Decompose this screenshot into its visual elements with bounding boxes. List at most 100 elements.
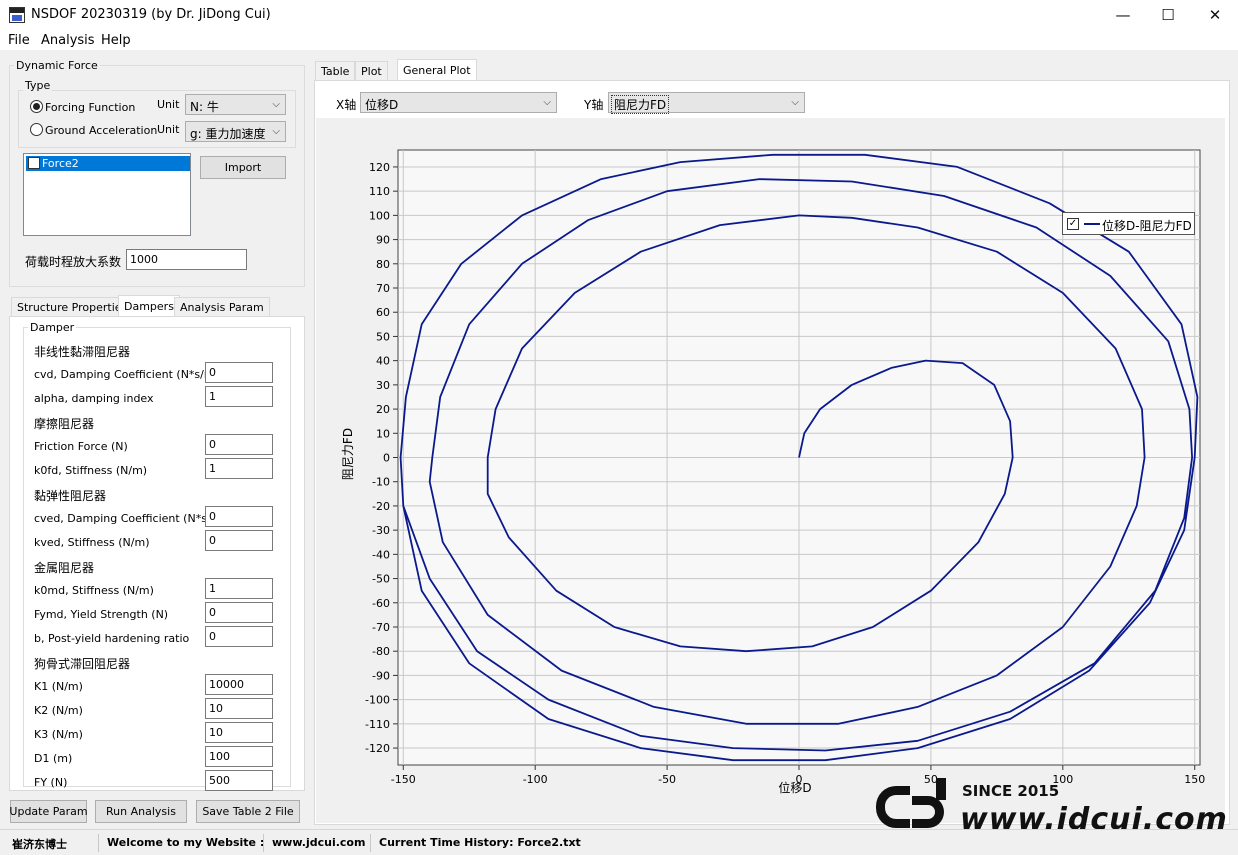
forcing-unit-value: N: 牛 [190, 100, 219, 114]
damper-field-input[interactable]: 1 [205, 386, 273, 407]
y-tick-label: 120 [369, 161, 390, 174]
menu-analysis[interactable]: Analysis [41, 33, 95, 48]
damper-field-value: 1 [209, 390, 216, 403]
y-tick-label: 60 [376, 306, 390, 319]
y-tick-label: 100 [369, 209, 390, 222]
menu-file[interactable]: File [8, 33, 30, 48]
maximize-button[interactable]: ☐ [1145, 0, 1191, 30]
y-axis-label: 阻尼力FD [341, 428, 355, 480]
y-tick-label: -100 [365, 694, 390, 707]
damper-field-input[interactable]: 1 [205, 578, 273, 599]
damper-field-label: cved, Damping Coefficient (N*s/m) [34, 512, 226, 525]
import-button[interactable]: Import [200, 156, 286, 179]
y-axis-select[interactable]: 阻尼力FD ⌵ [608, 92, 805, 114]
forcing-unit-select[interactable]: N: 牛 ⌵ [185, 94, 286, 115]
damper-field-value: 10 [209, 726, 223, 739]
window-title: NSDOF 20230319 (by Dr. JiDong Cui) [31, 7, 271, 22]
update-param-button[interactable]: Update Param [9, 800, 88, 823]
chart-area: -150 -100 -50 0 50 100 150 -120 -110 -100 -90 -80 -7… [316, 118, 1225, 823]
y-axis-select-value: 阻尼力FD [611, 95, 670, 114]
type-title: Type [23, 79, 53, 92]
chevron-down-icon: ⌵ [791, 97, 799, 108]
legend-line-swatch [1084, 223, 1100, 225]
y-tick-label: 70 [376, 282, 390, 295]
minimize-button[interactable]: — [1100, 0, 1146, 30]
damper-field-value: 10000 [209, 678, 244, 691]
amp-factor-value: 1000 [130, 253, 158, 266]
y-tick-label: -40 [372, 548, 390, 561]
chevron-down-icon: ⌵ [272, 126, 280, 137]
status-separator [370, 834, 371, 852]
logo-d-stem [936, 778, 946, 800]
damper-field-value: 10 [209, 702, 223, 715]
amp-factor-label: 荷载时程放大系数 [25, 255, 122, 269]
x-axis-select[interactable]: 位移D ⌵ [360, 92, 557, 113]
y-tick-label: 40 [376, 355, 390, 368]
damper-field-input[interactable]: 500 [205, 770, 273, 791]
damper-field-input[interactable]: 1 [205, 458, 273, 479]
chevron-down-icon: ⌵ [272, 99, 280, 110]
force-list[interactable]: Force2 [23, 153, 191, 236]
damper-field-label: b, Post-yield hardening ratio [34, 632, 190, 645]
forcing-function-radio[interactable] [30, 100, 43, 113]
damper-field-label: k0md, Stiffness (N/m) [34, 584, 154, 597]
ground-unit-select[interactable]: g: 重力加速度 ⌵ [185, 121, 286, 142]
y-tick-label: -20 [372, 500, 390, 513]
status-author: 崔济东博士 [12, 838, 67, 851]
chart-legend: ✓ 位移D-阻尼力FD [1062, 212, 1195, 235]
menu-bar: File Analysis Help [0, 30, 1238, 50]
tab-dampers[interactable]: Dampers [118, 295, 180, 316]
y-tick-label: -30 [372, 524, 390, 537]
run-analysis-button[interactable]: Run Analysis [95, 800, 187, 823]
y-tick-label: 90 [376, 234, 390, 247]
damper-field-value: 1 [209, 582, 216, 595]
x-axis-select-value: 位移D [365, 98, 399, 112]
damper-field-input[interactable]: 10 [205, 722, 273, 743]
y-tick-label: -10 [372, 476, 390, 489]
list-item-checkbox[interactable] [28, 157, 40, 169]
menu-help[interactable]: Help [101, 33, 131, 48]
damper-field-value: 0 [209, 534, 216, 547]
logo-d-shape [912, 796, 944, 828]
amp-factor-input[interactable]: 1000 [126, 249, 247, 270]
damper-field-input[interactable]: 0 [205, 434, 273, 455]
title-bar: NSDOF 20230319 (by Dr. JiDong Cui) — ☐ ✕ [0, 0, 1238, 30]
damper-field-label: alpha, damping index [34, 392, 154, 405]
damper-field-input[interactable]: 0 [205, 530, 273, 551]
damper-field-input[interactable]: 0 [205, 362, 273, 383]
list-item-label: Force2 [42, 157, 79, 170]
damper-field-input[interactable]: 0 [205, 626, 273, 647]
status-separator [263, 834, 264, 852]
damper-field-label: Fymd, Yield Strength (N) [34, 608, 169, 621]
damper-field-label: Friction Force (N) [34, 440, 128, 453]
since-text: SINCE 2015 [962, 782, 1060, 800]
damper-field-value: 1 [209, 462, 216, 475]
legend-checkbox[interactable]: ✓ [1067, 218, 1079, 230]
damper-section-title: 黏弹性阻尼器 [34, 489, 107, 503]
damper-field-input[interactable]: 10 [205, 698, 273, 719]
damper-field-label: D1 (m) [34, 752, 73, 765]
tab-analysis-param[interactable]: Analysis Param [174, 297, 270, 316]
save-table-button[interactable]: Save Table 2 File [196, 800, 300, 823]
damper-section-title: 金属阻尼器 [34, 561, 95, 575]
damper-section-title: 非线性黏滞阻尼器 [34, 345, 131, 359]
damper-field-label: K1 (N/m) [34, 680, 83, 693]
damper-field-input[interactable]: 10000 [205, 674, 273, 695]
ground-acceleration-radio[interactable] [30, 123, 43, 136]
status-welcome: Welcome to my Website : [107, 836, 265, 849]
close-button[interactable]: ✕ [1192, 0, 1238, 30]
damper-field-input[interactable]: 100 [205, 746, 273, 767]
tab-table[interactable]: Table [315, 61, 356, 80]
tab-plot[interactable]: Plot [355, 61, 388, 80]
damper-field-input[interactable]: 0 [205, 506, 273, 527]
damper-field-value: 500 [209, 774, 230, 787]
list-item[interactable]: Force2 [26, 156, 190, 171]
app-icon [9, 7, 25, 23]
damper-field-input[interactable]: 0 [205, 602, 273, 623]
y-tick-label: 20 [376, 403, 390, 416]
tab-general-plot[interactable]: General Plot [397, 59, 477, 80]
status-bar: 崔济东博士 Welcome to my Website : www.jdcui.… [0, 829, 1238, 855]
status-website-link[interactable]: www.jdcui.com [272, 836, 365, 849]
tab-structure-properties[interactable]: Structure Properties [11, 297, 134, 316]
y-tick-label: 10 [376, 427, 390, 440]
